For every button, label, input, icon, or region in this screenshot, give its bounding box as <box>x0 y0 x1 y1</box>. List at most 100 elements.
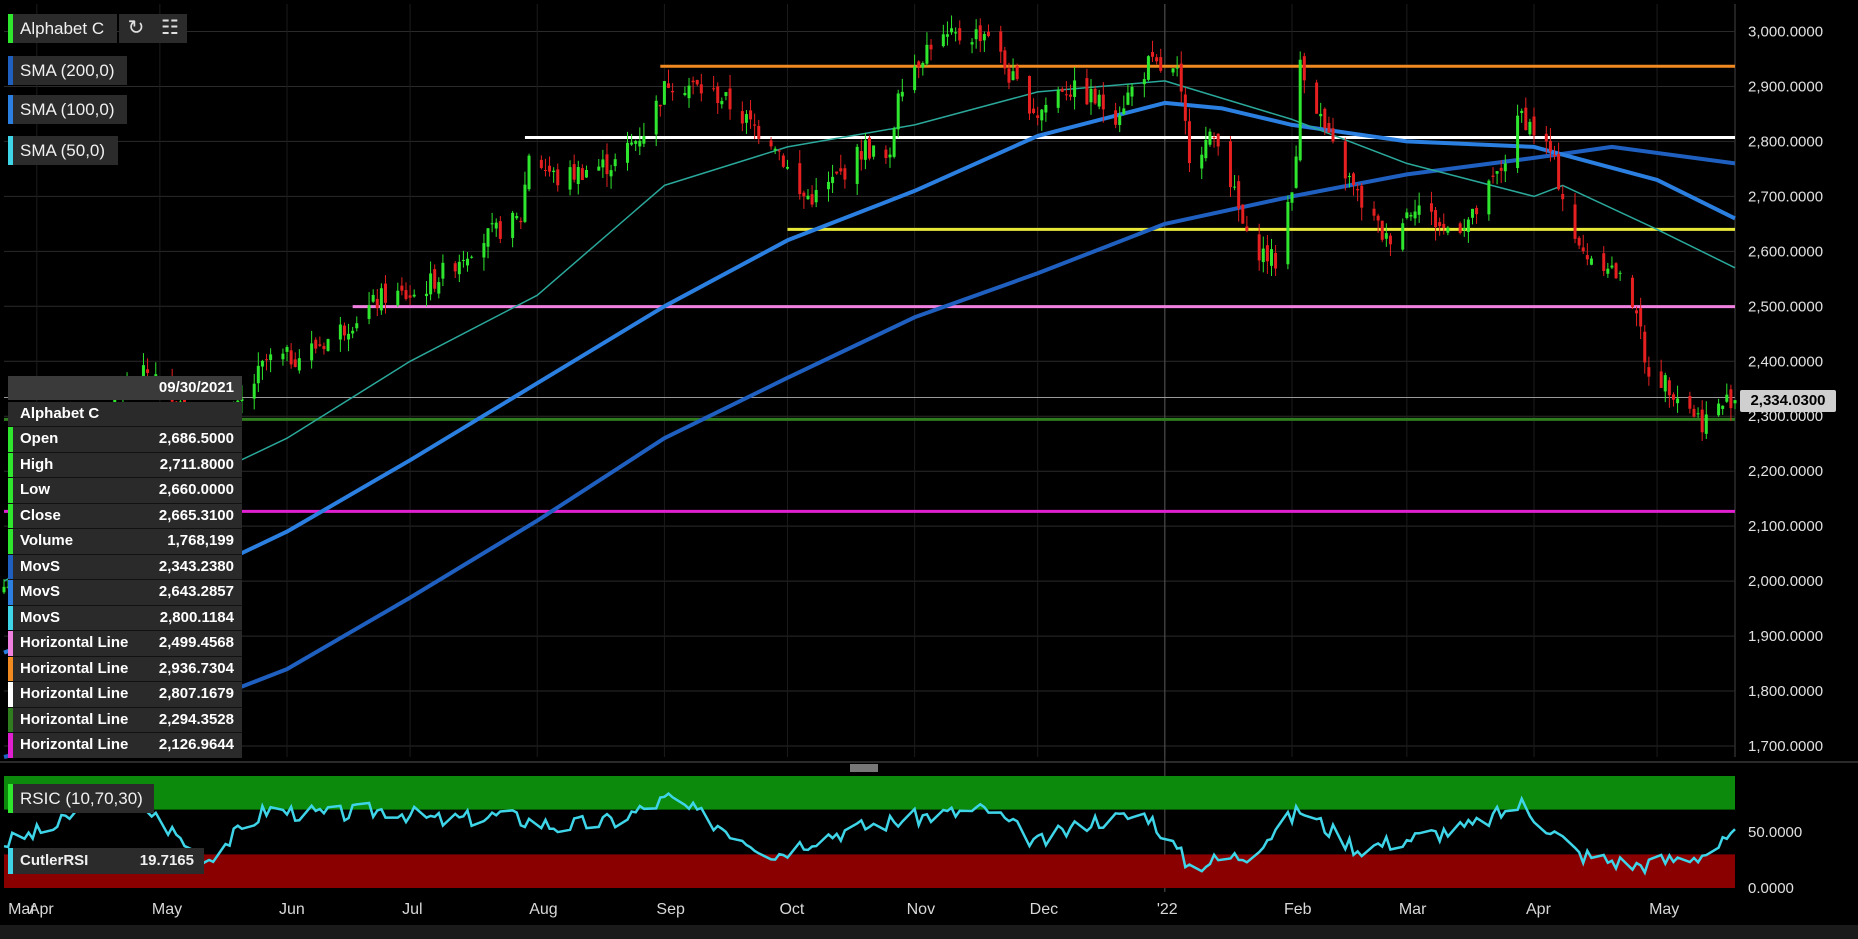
candle-body <box>671 90 675 93</box>
candle-body <box>896 93 900 130</box>
candle-body <box>1003 50 1007 69</box>
candle-body <box>576 167 580 185</box>
chart-settings-icon[interactable]: ☷ <box>153 14 187 43</box>
x-tick-label: Jun <box>279 901 305 918</box>
candle-body <box>662 81 666 105</box>
candle-body <box>1733 400 1737 404</box>
candle-body <box>1466 219 1470 233</box>
candle-body <box>379 288 383 311</box>
candle-body <box>1126 92 1130 105</box>
candle-body <box>1175 67 1179 69</box>
candle-body <box>1671 394 1675 400</box>
y-tick-label: 2,400.0000 <box>1748 353 1823 370</box>
data-window-row: MovS 2,343.2380 <box>8 553 242 579</box>
candle-body <box>1245 226 1249 231</box>
sma100-tag[interactable]: SMA (100,0) <box>8 95 127 124</box>
candle-body <box>429 273 433 295</box>
candle-body <box>1630 277 1634 307</box>
candle-body <box>297 358 301 371</box>
candle-body <box>781 155 785 167</box>
row-label: High <box>20 455 54 473</box>
candle-body <box>982 34 986 41</box>
candle-body <box>740 111 744 124</box>
candle-body <box>511 212 515 238</box>
splitter-grip-icon <box>850 764 878 772</box>
candle-body <box>1520 110 1524 114</box>
candle-body <box>1438 222 1442 227</box>
candle-body <box>580 168 584 180</box>
row-label: Horizontal Line <box>20 736 129 753</box>
candle-body <box>921 62 925 68</box>
candle-body <box>486 228 490 247</box>
navigator-strip[interactable] <box>0 925 1858 939</box>
candle-body <box>728 88 732 110</box>
row-value: 2,126.9644 <box>158 736 234 753</box>
y-tick-label: 2,100.0000 <box>1748 518 1823 535</box>
candle-body <box>347 333 351 340</box>
candle-body <box>461 259 465 261</box>
candle-body <box>802 192 806 197</box>
candle-body <box>1261 248 1265 263</box>
candle-body <box>1315 82 1319 114</box>
candle-body <box>1721 405 1725 409</box>
candle-body <box>1327 123 1331 133</box>
candle-body <box>1528 121 1532 135</box>
candle-body <box>1696 413 1700 415</box>
row-color-swatch <box>8 427 13 452</box>
candle-body <box>375 298 379 308</box>
y-tick-label: 3,000.0000 <box>1748 23 1823 40</box>
candle-body <box>667 83 671 88</box>
sma50-tag[interactable]: SMA (50,0) <box>8 136 118 165</box>
candle-body <box>658 104 662 107</box>
rsi-tag[interactable]: RSIC (10,70,30) <box>8 784 154 813</box>
candle-body <box>855 146 859 184</box>
candle-body <box>1553 154 1557 157</box>
candle-body <box>1532 116 1536 136</box>
candle-body <box>859 151 863 160</box>
candle-body <box>1064 94 1068 96</box>
candle-body <box>1302 56 1306 81</box>
candle-body <box>1015 65 1019 80</box>
candle-body <box>810 194 814 205</box>
candle-body <box>539 159 543 168</box>
candle-body <box>1434 210 1438 228</box>
candle-body <box>367 305 371 319</box>
candle-body <box>314 339 318 349</box>
candle-body <box>1269 249 1273 266</box>
refresh-icon[interactable]: ↻ <box>119 14 153 43</box>
candle-body <box>1388 235 1392 245</box>
candle-body <box>1729 389 1733 409</box>
candle-body <box>470 256 474 258</box>
candle-body <box>322 345 326 350</box>
candle-body <box>1413 211 1417 219</box>
y-tick-label: 1,900.0000 <box>1748 628 1823 645</box>
candle-body <box>1241 204 1245 224</box>
candle-body <box>900 91 904 97</box>
data-window-row: Horizontal Line 2,936.7304 <box>8 655 242 681</box>
data-window-date: 09/30/2021 <box>8 376 242 400</box>
sma200-tag[interactable]: SMA (200,0) <box>8 56 127 85</box>
candle-body <box>466 258 470 266</box>
candle-body <box>1462 227 1466 230</box>
candle-body <box>1237 181 1241 209</box>
candle-body <box>1561 194 1565 200</box>
candle-body <box>326 339 330 351</box>
data-window-row: Horizontal Line 2,294.3528 <box>8 706 242 732</box>
sma50-color-swatch <box>8 136 13 165</box>
candle-body <box>884 149 888 159</box>
candle-body <box>371 294 375 302</box>
candle-body <box>1688 395 1692 409</box>
x-tick-label: Dec <box>1030 901 1058 918</box>
candle-body <box>1151 52 1155 57</box>
candle-body <box>1085 78 1089 105</box>
candle-body <box>1442 223 1446 229</box>
symbol-tag[interactable]: Alphabet C <box>8 14 117 43</box>
x-tick-label: Apr <box>29 901 55 918</box>
candle-body <box>634 140 638 144</box>
candle-body <box>945 34 949 37</box>
candle-body <box>383 283 387 303</box>
price-chart[interactable]: 3,000.0000 2,900.0000 2,800.0000 2,700.0000… <box>0 0 1858 939</box>
candle-body <box>1216 133 1220 147</box>
row-color-swatch <box>8 580 13 605</box>
y-tick-label: 2,200.0000 <box>1748 463 1823 480</box>
